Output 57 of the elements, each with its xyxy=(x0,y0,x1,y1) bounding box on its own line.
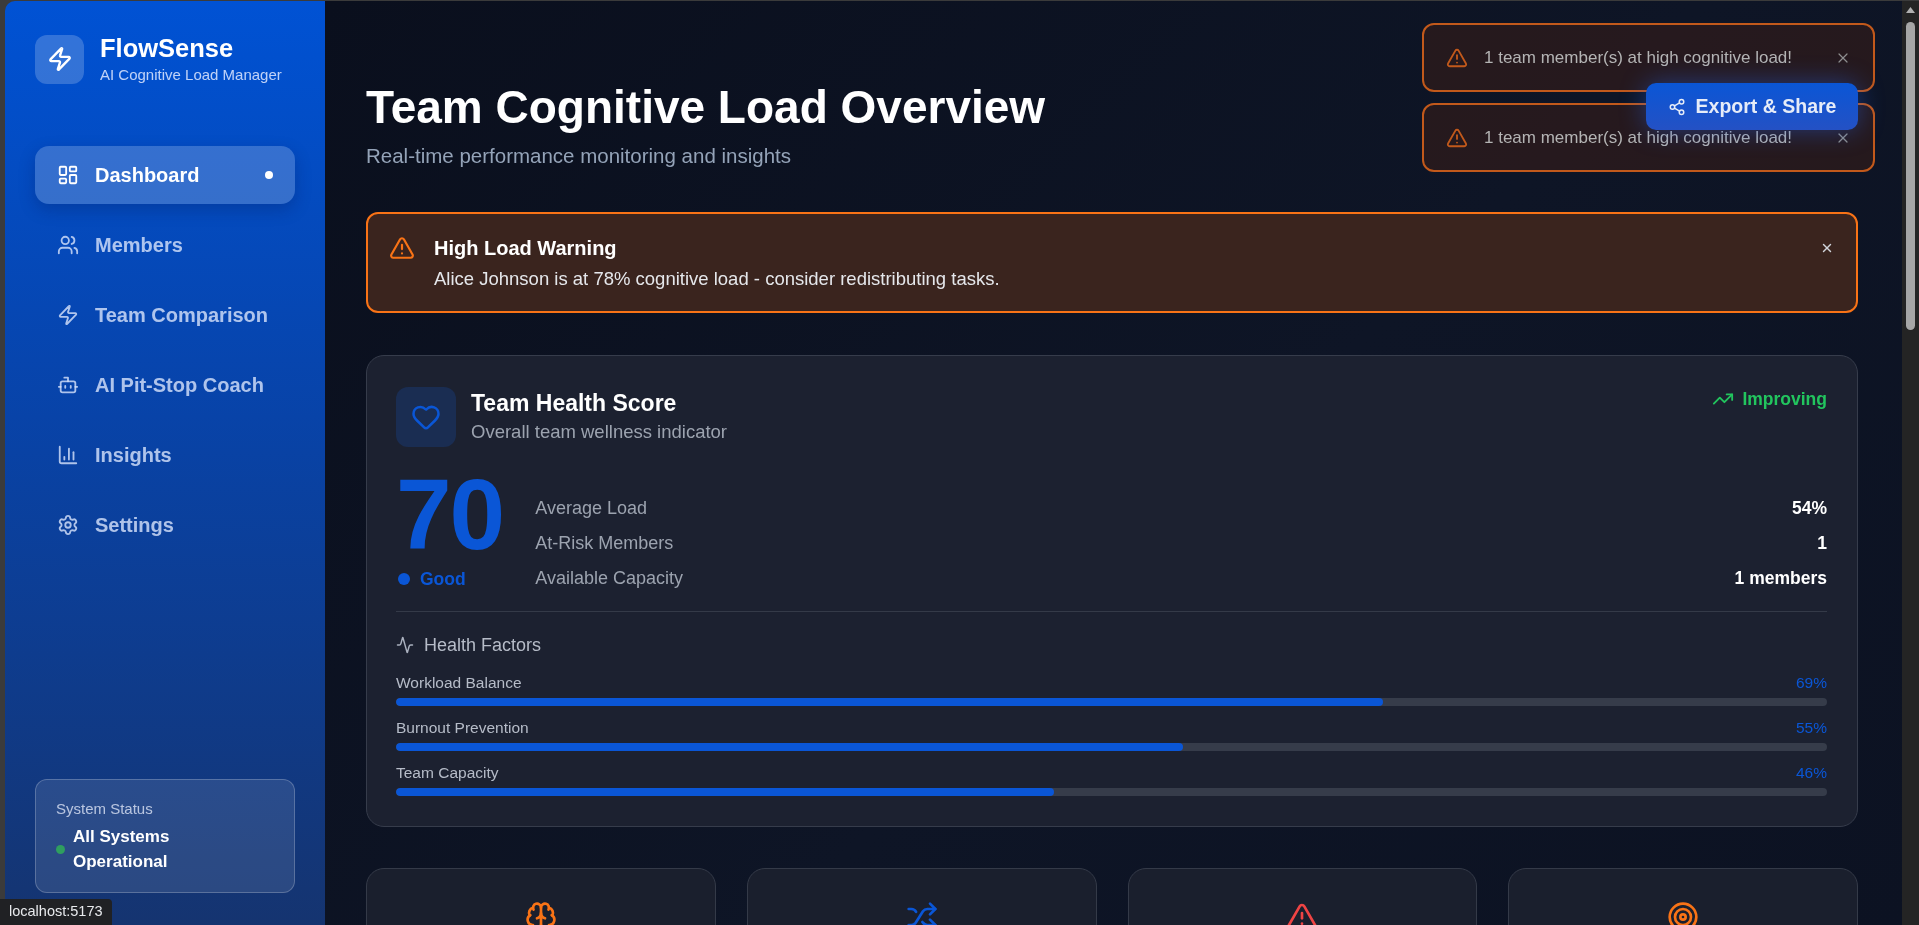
robot-icon xyxy=(57,374,79,396)
page-subtitle: Real-time performance monitoring and insights xyxy=(366,143,792,169)
card-title: Team Health Score xyxy=(471,389,678,418)
alert-message: Alice Johnson is at 78% cognitive load - consider redistributing tasks. xyxy=(434,267,1001,291)
brand-name: FlowSense xyxy=(100,34,235,63)
warning-icon xyxy=(389,235,415,261)
warning-icon xyxy=(1446,46,1468,69)
share-icon xyxy=(1667,97,1686,116)
nav-item[interactable]: AI Pit-Stop Coach xyxy=(35,356,295,414)
dashboard-icon xyxy=(57,164,79,186)
stat-label: Average Load xyxy=(535,498,647,519)
export-share-button[interactable]: Export & Share xyxy=(1646,83,1858,130)
nav-item[interactable]: Dashboard xyxy=(35,146,295,204)
lightning-logo-icon xyxy=(35,34,84,84)
brand-tagline: AI Cognitive Load Manager xyxy=(100,66,282,84)
factor-reading: 46% xyxy=(1795,763,1827,783)
stat-label: Available Capacity xyxy=(535,568,683,589)
trend-label: Improving xyxy=(1742,388,1827,410)
rating-label: Good xyxy=(420,568,466,590)
stat-value: 1 xyxy=(1817,533,1827,554)
bar-chart-icon xyxy=(57,444,79,466)
section-title: Health Factors xyxy=(424,634,542,656)
nav-item[interactable]: Team Comparison xyxy=(35,286,295,344)
rating-dot-icon xyxy=(398,573,410,585)
warning-icon xyxy=(1286,901,1319,925)
browser-status-url: localhost:5173 xyxy=(0,899,112,925)
alert-title: High Load Warning xyxy=(434,236,618,261)
settings-icon xyxy=(57,514,79,536)
card-subtitle: Overall team wellness indicator xyxy=(471,420,728,444)
pulse-icon xyxy=(396,636,414,654)
stat-value: 54% xyxy=(1791,498,1827,519)
shuffle-icon xyxy=(905,901,938,925)
lightning-icon xyxy=(57,304,79,326)
active-dot-icon xyxy=(265,171,273,179)
close-icon[interactable] xyxy=(1820,241,1834,255)
nav-item[interactable]: Settings xyxy=(35,496,295,554)
target-icon xyxy=(1667,901,1700,925)
status-text: All Systems Operational xyxy=(73,826,171,873)
factor-reading: 69% xyxy=(1795,673,1827,693)
stat-value: 1 members xyxy=(1734,568,1827,589)
factor-reading: 55% xyxy=(1795,718,1827,738)
brain-icon xyxy=(524,901,557,925)
nav-item[interactable]: Insights xyxy=(35,426,295,484)
toast-message: 1 team member(s) at high cognitive load! xyxy=(1484,127,1794,148)
warning-icon xyxy=(1446,126,1468,149)
users-icon xyxy=(57,234,79,256)
scroll-up-icon[interactable] xyxy=(1906,7,1915,13)
stat-label: At-Risk Members xyxy=(535,533,674,554)
nav-item[interactable]: Members xyxy=(35,216,295,274)
scrollbar-thumb[interactable] xyxy=(1906,22,1915,330)
factor-label: Burnout Prevention xyxy=(396,718,529,738)
status-label: System Status xyxy=(56,799,154,818)
page-title: Team Cognitive Load Overview xyxy=(366,81,1046,133)
score-value: 70 xyxy=(396,464,504,564)
factor-label: Workload Balance xyxy=(396,673,522,693)
toast-message: 1 team member(s) at high cognitive load! xyxy=(1484,47,1794,68)
factor-label: Team Capacity xyxy=(396,763,499,783)
